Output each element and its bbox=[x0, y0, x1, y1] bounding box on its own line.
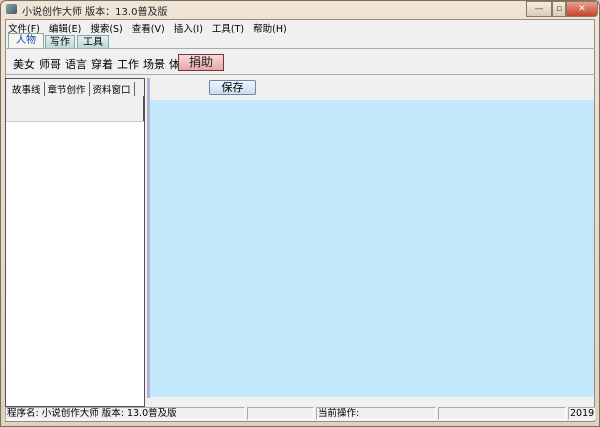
panel-scrollbar[interactable] bbox=[143, 96, 145, 122]
menu-bar: 文件(F) 编辑(E) 搜索(S) 查看(V) 插入(I) 工具(T) 帮助(H… bbox=[8, 21, 287, 35]
word-scene[interactable]: 场景 bbox=[143, 56, 165, 72]
menu-help[interactable]: 帮助(H) bbox=[253, 21, 287, 35]
close-button[interactable]: ✕ bbox=[566, 1, 598, 17]
tab-chapter-creation[interactable]: 章节创作 bbox=[45, 82, 90, 96]
restore-button[interactable]: ▫ bbox=[552, 1, 566, 17]
menu-insert[interactable]: 插入(I) bbox=[174, 21, 203, 35]
word-work[interactable]: 工作 bbox=[117, 56, 139, 72]
donate-button[interactable]: 捐助 bbox=[178, 54, 224, 71]
word-language[interactable]: 语言 bbox=[65, 56, 87, 72]
tab-storyline[interactable]: 故事线 bbox=[9, 82, 45, 96]
status-program: 程序名: 小说创作大师 版本: 13.0普及版 bbox=[5, 407, 245, 420]
tab-characters[interactable]: 人物 bbox=[8, 33, 44, 48]
status-year: 2019年 bbox=[568, 407, 595, 420]
menu-edit[interactable]: 编辑(E) bbox=[49, 21, 81, 35]
story-list[interactable] bbox=[6, 121, 144, 406]
word-clothing[interactable]: 穿着 bbox=[91, 56, 113, 72]
word-beauty[interactable]: 美女 bbox=[13, 56, 35, 72]
menu-search[interactable]: 搜索(S) bbox=[90, 21, 122, 35]
app-icon bbox=[6, 4, 17, 14]
editor-area[interactable] bbox=[150, 100, 594, 397]
status-empty-1 bbox=[247, 407, 314, 420]
minimize-button[interactable]: — bbox=[526, 1, 552, 17]
word-senior[interactable]: 师哥 bbox=[39, 56, 61, 72]
tab-resource-window[interactable]: 资料窗口 bbox=[90, 82, 135, 96]
status-bar: 程序名: 小说创作大师 版本: 13.0普及版 当前操作: 2019年 bbox=[5, 407, 595, 421]
left-panel-tabs: 故事线 章节创作 资料窗口 bbox=[9, 82, 135, 96]
window-title: 小说创作大师 版本：13.0普及版 bbox=[22, 7, 168, 18]
tab-tools[interactable]: 工具 bbox=[77, 35, 109, 49]
menu-tools[interactable]: 工具(T) bbox=[212, 21, 244, 35]
status-empty-2 bbox=[438, 407, 566, 420]
menu-view[interactable]: 查看(V) bbox=[132, 21, 165, 35]
save-button[interactable]: 保存 bbox=[209, 80, 256, 95]
status-operation: 当前操作: bbox=[316, 407, 436, 420]
character-word-list: 美女 师哥 语言 穿着 工作 场景 体貌 bbox=[13, 56, 191, 72]
tab-writing[interactable]: 写作 bbox=[45, 35, 75, 49]
